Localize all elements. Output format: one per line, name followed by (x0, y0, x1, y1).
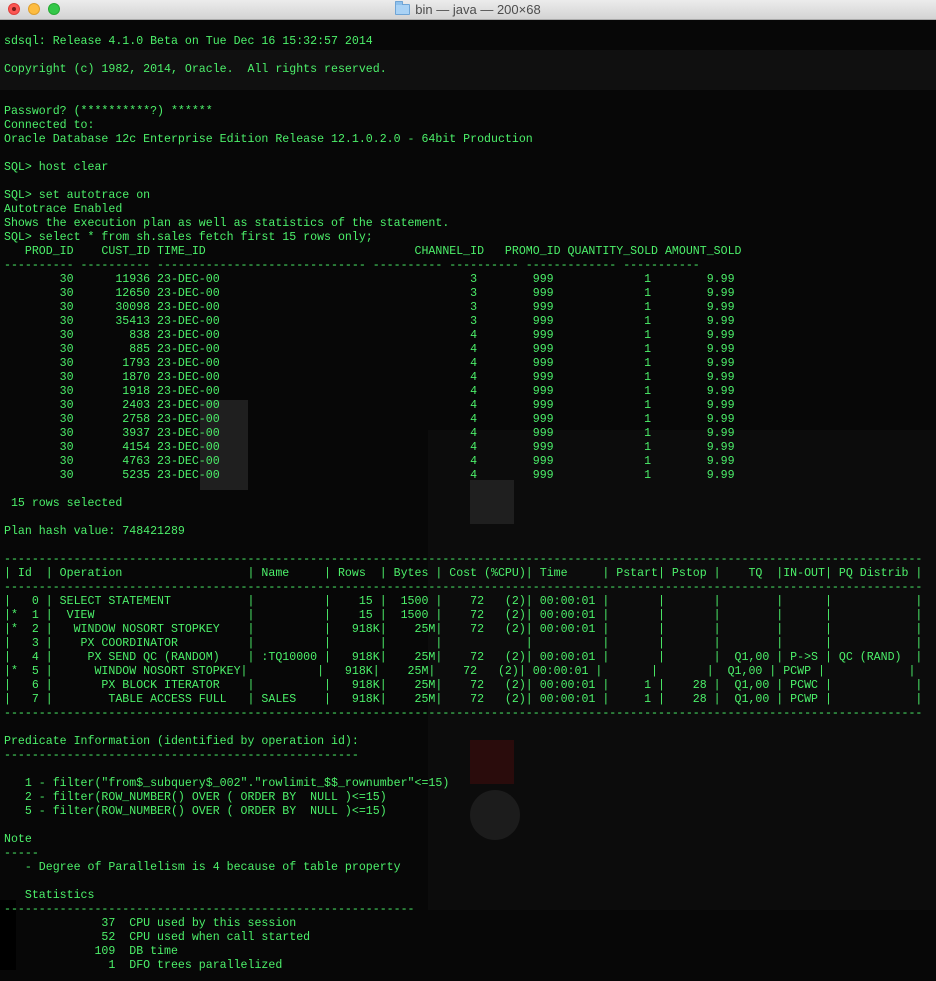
terminal-line: Shows the execution plan as well as stat… (4, 217, 450, 230)
terminal-line: 109 DB time (4, 945, 178, 958)
terminal-line: |* 2 | WINDOW NOSORT STOPKEY | | 918K| 2… (4, 623, 923, 636)
terminal-line: ----------------------------------------… (4, 903, 415, 916)
terminal-line: SQL> host clear (4, 161, 109, 174)
title-bar[interactable]: bin — java — 200×68 (0, 0, 936, 20)
terminal-line: 30 35413 23-DEC-00 3 999 1 9.99 (4, 315, 735, 328)
terminal-line: Note (4, 833, 32, 846)
terminal-line: sdsql: Release 4.1.0 Beta on Tue Dec 16 … (4, 35, 373, 48)
terminal-line: 1 DFO trees parallelized (4, 959, 283, 972)
terminal-line: 30 4763 23-DEC-00 4 999 1 9.99 (4, 455, 735, 468)
terminal-line: 30 4154 23-DEC-00 4 999 1 9.99 (4, 441, 735, 454)
terminal-line: 30 12650 23-DEC-00 3 999 1 9.99 (4, 287, 735, 300)
terminal-line: ----- (4, 847, 39, 860)
terminal-line: SQL> select * from sh.sales fetch first … (4, 231, 373, 244)
terminal-line: | 0 | SELECT STATEMENT | | 15 | 1500 | 7… (4, 595, 923, 608)
terminal-line: 30 2758 23-DEC-00 4 999 1 9.99 (4, 413, 735, 426)
terminal-line: | 6 | PX BLOCK ITERATOR | | 918K| 25M| 7… (4, 679, 923, 692)
terminal-line: | 3 | PX COORDINATOR | | | | | | | | | |… (4, 637, 923, 650)
terminal-line: SQL> set autotrace on (4, 189, 151, 202)
terminal-line: 5 - filter(ROW_NUMBER() OVER ( ORDER BY … (4, 805, 387, 818)
terminal-line: Password? (**********?) ****** (4, 105, 213, 118)
terminal-line: Connected to: (4, 119, 95, 132)
terminal-line: 2 - filter(ROW_NUMBER() OVER ( ORDER BY … (4, 791, 387, 804)
terminal-line: 15 rows selected (4, 497, 123, 510)
terminal-line: 1 - filter("from$_subquery$_002"."rowlim… (4, 777, 450, 790)
terminal-line: ---------- ---------- ------------------… (4, 259, 700, 272)
terminal-line: ----------------------------------------… (4, 749, 359, 762)
terminal-line: Autotrace Enabled (4, 203, 123, 216)
terminal-line: 37 CPU used by this session (4, 917, 297, 930)
terminal-line: 30 11936 23-DEC-00 3 999 1 9.99 (4, 273, 735, 286)
terminal-line: 30 2403 23-DEC-00 4 999 1 9.99 (4, 399, 735, 412)
terminal-window: bin — java — 200×68 sdsql: Release 4.1.0… (0, 0, 936, 981)
terminal-line: | 7 | TABLE ACCESS FULL | SALES | 918K| … (4, 693, 923, 706)
terminal-output[interactable]: sdsql: Release 4.1.0 Beta on Tue Dec 16 … (4, 35, 932, 973)
terminal-line: |* 5 | WINDOW NOSORT STOPKEY| | 918K| 25… (4, 665, 916, 678)
terminal-line: | 4 | PX SEND QC (RANDOM) | :TQ10000 | 9… (4, 651, 923, 664)
folder-icon (395, 1, 411, 15)
terminal-line: PROD_ID CUST_ID TIME_ID CHANNEL_ID PROMO… (4, 245, 742, 258)
terminal-line: 30 1793 23-DEC-00 4 999 1 9.99 (4, 357, 735, 370)
terminal-line: 30 838 23-DEC-00 4 999 1 9.99 (4, 329, 735, 342)
terminal-line: | Id | Operation | Name | Rows | Bytes |… (4, 567, 923, 580)
terminal-line: 30 885 23-DEC-00 4 999 1 9.99 (4, 343, 735, 356)
terminal-line: ----------------------------------------… (4, 707, 923, 720)
terminal-line: 30 3937 23-DEC-00 4 999 1 9.99 (4, 427, 735, 440)
terminal-line: 30 30098 23-DEC-00 3 999 1 9.99 (4, 301, 735, 314)
terminal-line: ----------------------------------------… (4, 581, 923, 594)
terminal-line: Statistics (4, 889, 95, 902)
window-title-wrap: bin — java — 200×68 (0, 0, 936, 19)
terminal-line: Plan hash value: 748421289 (4, 525, 185, 538)
terminal-line: 30 1870 23-DEC-00 4 999 1 9.99 (4, 371, 735, 384)
terminal-line: 30 5235 23-DEC-00 4 999 1 9.99 (4, 469, 735, 482)
terminal-line: ----------------------------------------… (4, 553, 923, 566)
terminal-line: Predicate Information (identified by ope… (4, 735, 359, 748)
window-title: bin — java — 200×68 (415, 2, 541, 17)
terminal-line: 30 1918 23-DEC-00 4 999 1 9.99 (4, 385, 735, 398)
terminal-line: Oracle Database 12c Enterprise Edition R… (4, 133, 533, 146)
terminal-line: - Degree of Parallelism is 4 because of … (4, 861, 401, 874)
terminal-line: Copyright (c) 1982, 2014, Oracle. All ri… (4, 63, 387, 76)
terminal-line: |* 1 | VIEW | | 15 | 1500 | 72 (2)| 00:0… (4, 609, 923, 622)
terminal-line: 52 CPU used when call started (4, 931, 311, 944)
